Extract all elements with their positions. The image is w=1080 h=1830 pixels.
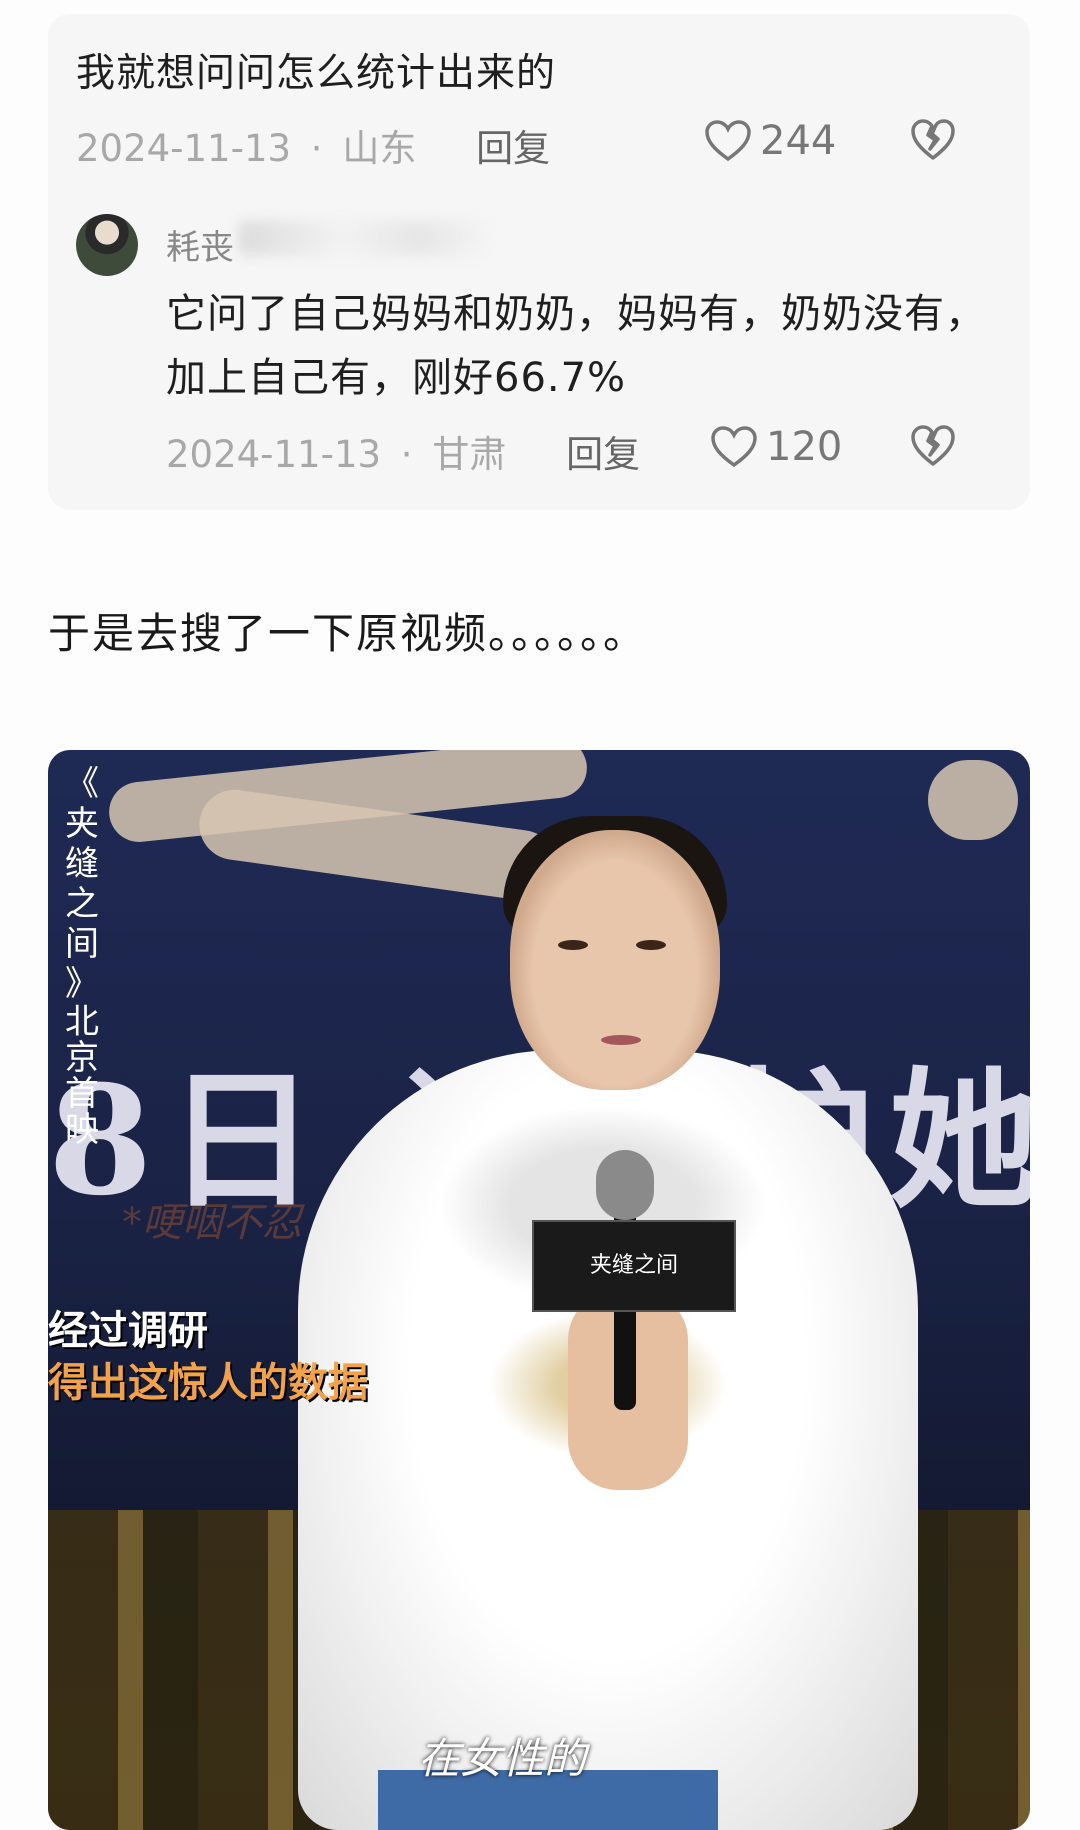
overlay-text-line1: 经过调研 (48, 1308, 208, 1354)
side-title-char: 间 (65, 924, 99, 964)
comment-like-count: 244 (760, 118, 837, 164)
avatar[interactable] (76, 214, 138, 276)
side-location-char: 京 (65, 1038, 99, 1078)
reply-region: 甘肃 (432, 433, 507, 476)
broken-heart-icon[interactable] (910, 118, 956, 162)
side-title-char: 之 (65, 884, 99, 924)
reply-sep: · (400, 433, 413, 476)
eye (558, 940, 588, 950)
broken-heart-icon[interactable] (910, 424, 956, 468)
eye (636, 940, 666, 950)
heart-outline-icon (705, 120, 751, 162)
reply-username[interactable]: 耗丧 (166, 220, 234, 269)
comment-date: 2024-11-13 (76, 127, 292, 170)
blurred-name (238, 220, 498, 256)
poster-brushstroke (928, 760, 1018, 840)
side-title-char: 夹 (65, 804, 99, 844)
comment-region: 山东 (342, 127, 417, 170)
side-location-char: 北 (65, 1002, 99, 1042)
heart-outline-icon (711, 426, 757, 468)
comment-card: 我就想问问怎么统计出来的 2024-11-13 · 山东 回复 244 耗丧 它… (48, 14, 1030, 510)
mouth (601, 1035, 641, 1045)
post-caption: 于是去搜了一下原视频。。。。。。 (48, 609, 648, 658)
video-side-title: 《 夹 缝 之 间 》 (54, 764, 110, 1004)
poster-subtext: *哽咽不忍 (122, 1200, 302, 1246)
side-location-char: 映 (65, 1110, 99, 1150)
side-title-char: 》 (65, 964, 99, 1004)
comment-text: 我就想问问怎么统计出来的 (76, 51, 557, 96)
person-face (510, 830, 720, 1090)
overlay-text-line2: 得出这惊人的数据 (48, 1360, 368, 1406)
video-subtitle: 在女性的 (418, 1734, 587, 1783)
comment-sep: · (310, 127, 323, 170)
reply-meta: 2024-11-13 · 甘肃 回复 (166, 424, 640, 478)
side-location-char: 首 (65, 1074, 99, 1114)
microphone-head (596, 1150, 654, 1220)
video-frame[interactable]: 8日 谁来护她 *哽咽不忍 《 夹 缝 之 间 》 北 京 首 映 夹缝之间 经… (48, 750, 1030, 1830)
reply-text: 它问了自己妈妈和奶奶，妈妈有，奶奶没有，加上自己有，刚好66.7% (166, 291, 986, 401)
video-side-location: 北 京 首 映 (54, 1004, 110, 1148)
reply-reply-button[interactable]: 回复 (566, 433, 640, 476)
reply-like-button[interactable]: 120 (710, 424, 842, 470)
side-title-char: 《 (65, 764, 99, 804)
comment-reply-button[interactable]: 回复 (476, 127, 550, 170)
comment-like-button[interactable]: 244 (704, 118, 836, 164)
side-title-char: 缝 (65, 844, 99, 884)
comment-meta: 2024-11-13 · 山东 回复 (76, 118, 550, 172)
reply-like-count: 120 (766, 424, 843, 470)
reply-date: 2024-11-13 (166, 433, 382, 476)
mic-flag: 夹缝之间 (532, 1220, 736, 1312)
